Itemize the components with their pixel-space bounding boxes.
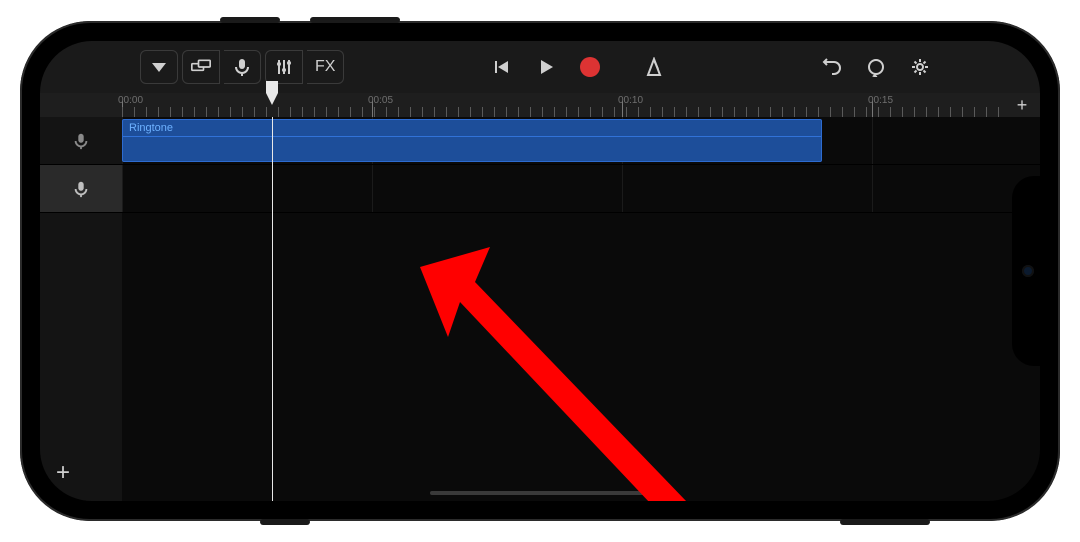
play-icon xyxy=(536,57,556,77)
phone-frame: FX xyxy=(20,21,1060,521)
toolbar: FX xyxy=(40,41,1040,93)
mixer-button[interactable] xyxy=(265,50,303,84)
fx-button[interactable]: FX xyxy=(307,50,344,84)
ruler-label: 00:10 xyxy=(618,95,643,106)
rewind-icon xyxy=(492,57,512,77)
track-lane-2[interactable] xyxy=(122,165,1040,213)
mic-icon xyxy=(232,57,252,77)
screen: FX xyxy=(40,41,1040,501)
tracks-view-button[interactable] xyxy=(182,50,220,84)
track-header-1[interactable] xyxy=(40,117,122,165)
sliders-icon xyxy=(274,57,294,77)
undo-button[interactable] xyxy=(812,50,852,84)
plus-icon: + xyxy=(56,459,70,486)
phone-side-button xyxy=(310,17,400,23)
fx-label: FX xyxy=(315,58,335,76)
phone-side-button xyxy=(840,519,930,525)
record-button[interactable] xyxy=(570,50,610,84)
mic-icon xyxy=(72,132,90,150)
mic-icon xyxy=(72,180,90,198)
tracks-icon xyxy=(191,57,211,77)
instrument-browser-button[interactable] xyxy=(140,50,178,84)
loop-browser-button[interactable] xyxy=(856,50,896,84)
timeline-ruler[interactable]: 00:00 00:05 00:10 00:15 + xyxy=(40,93,1040,117)
ruler-label: 00:05 xyxy=(368,95,393,106)
undo-icon xyxy=(822,57,842,77)
input-button[interactable] xyxy=(224,50,261,84)
playhead[interactable] xyxy=(272,117,273,501)
add-track-button[interactable]: + xyxy=(56,459,70,487)
track-lanes[interactable]: Ringtone xyxy=(122,117,1040,501)
play-button[interactable] xyxy=(526,50,566,84)
controls-group: FX xyxy=(265,50,344,84)
ruler-label: 00:15 xyxy=(868,95,893,106)
settings-button[interactable] xyxy=(900,50,940,84)
loop-icon xyxy=(866,57,886,77)
ruler-label: 00:00 xyxy=(118,95,143,106)
plus-icon: + xyxy=(1017,95,1028,116)
region-label: Ringtone xyxy=(129,122,173,134)
record-icon xyxy=(580,57,600,77)
view-group xyxy=(182,50,261,84)
chevron-down-icon xyxy=(149,57,169,77)
metronome-button[interactable] xyxy=(634,50,674,84)
track-lane-1[interactable]: Ringtone xyxy=(122,117,1040,165)
rewind-button[interactable] xyxy=(482,50,522,84)
camera-notch xyxy=(1012,176,1040,366)
add-section-button[interactable]: + xyxy=(1010,93,1034,117)
track-header-2[interactable] xyxy=(40,165,122,213)
metronome-icon xyxy=(644,57,664,77)
gear-icon xyxy=(910,57,930,77)
track-headers xyxy=(40,117,122,501)
audio-region[interactable]: Ringtone xyxy=(122,119,822,162)
tracks-area: Ringtone xyxy=(40,117,1040,501)
home-indicator[interactable] xyxy=(430,491,650,495)
